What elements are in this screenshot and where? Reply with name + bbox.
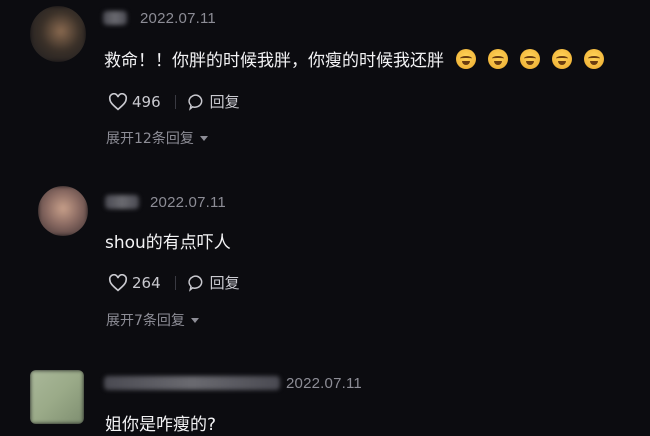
- grinning-sweat-face-icon: [488, 49, 508, 69]
- expand-replies-button[interactable]: 展开12条回复: [106, 128, 208, 148]
- username-redacted[interactable]: [105, 195, 139, 209]
- divider: [174, 275, 176, 290]
- divider: [174, 94, 176, 109]
- reply-label: 回复: [209, 274, 240, 292]
- comment-text: 姐你是咋瘦的?: [105, 415, 217, 435]
- like-button[interactable]: 496: [108, 92, 161, 111]
- comment-actions: 264 回复: [108, 272, 240, 293]
- heart-icon: [108, 92, 128, 110]
- avatar[interactable]: [30, 6, 86, 62]
- expand-replies-label: 展开12条回复: [106, 131, 194, 147]
- comment-item: 2022.07.11 shou的有点吓人 264 回复 展开7条回复: [0, 180, 650, 340]
- username-redacted[interactable]: [104, 376, 280, 390]
- expand-replies-label: 展开7条回复: [106, 313, 185, 329]
- grinning-sweat-face-icon: [520, 49, 540, 69]
- avatar[interactable]: [30, 370, 84, 424]
- like-count: 264: [132, 273, 161, 292]
- grinning-sweat-face-icon: [584, 49, 604, 69]
- grinning-sweat-face-icon: [456, 49, 476, 69]
- comment-date: 2022.07.11: [286, 375, 362, 392]
- comment-actions: 496 回复: [108, 91, 240, 112]
- comment-text: shou的有点吓人: [105, 233, 231, 253]
- reply-button[interactable]: 回复: [188, 272, 240, 293]
- heart-icon: [108, 273, 128, 291]
- chevron-down-icon: [190, 317, 199, 323]
- avatar[interactable]: [38, 186, 88, 236]
- comment-text-content: 救命！！你胖的时候我胖，你瘦的时候我还胖: [104, 51, 444, 71]
- reply-bubble-icon: [188, 93, 203, 111]
- reply-button[interactable]: 回复: [188, 91, 240, 112]
- username-redacted[interactable]: [103, 11, 127, 25]
- chevron-down-icon: [199, 135, 208, 141]
- comment-date: 2022.07.11: [140, 10, 216, 27]
- comment-text: 救命！！你胖的时候我胖，你瘦的时候我还胖: [104, 46, 604, 71]
- expand-replies-button[interactable]: 展开7条回复: [106, 310, 199, 330]
- like-count: 496: [132, 92, 161, 111]
- reply-label: 回复: [209, 93, 240, 111]
- reply-bubble-icon: [188, 274, 203, 292]
- comment-date: 2022.07.11: [150, 194, 226, 211]
- comment-item: 2022.07.11 救命！！你胖的时候我胖，你瘦的时候我还胖 496 回复 展…: [0, 0, 650, 160]
- like-button[interactable]: 264: [108, 273, 161, 292]
- grinning-sweat-face-icon: [552, 49, 572, 69]
- comment-item: 2022.07.11 姐你是咋瘦的?: [0, 360, 650, 436]
